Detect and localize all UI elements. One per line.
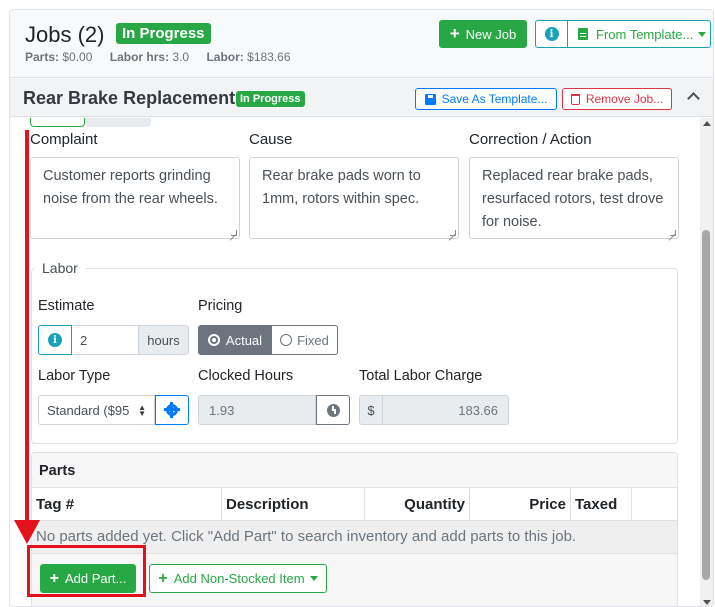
column-taxed: Taxed [571, 488, 632, 521]
scroll-up-icon[interactable] [703, 121, 711, 126]
estimate-input[interactable]: 2 [72, 325, 139, 355]
select-arrows-icon: ▲ ▼ [138, 403, 146, 418]
labor-type-select[interactable]: Standard ($95 ▲ ▼ [38, 395, 155, 425]
info-icon: i [48, 333, 62, 347]
stat-parts-value: $0.00 [62, 50, 93, 64]
correction-textarea[interactable]: Replaced rear brake pads, resurfaced rot… [469, 157, 679, 239]
pricing-fixed-label: Fixed [297, 332, 329, 348]
scroll-down-icon[interactable] [703, 600, 711, 605]
clocked-hours-label: Clocked Hours [198, 368, 294, 384]
stat-labor-hrs-label: Labor hrs: [109, 50, 170, 64]
complaint-text: Customer reports grinding noise from the… [43, 168, 218, 207]
parts-table-header: Tag # Description Quantity Price Taxed [32, 488, 677, 521]
cut-off-tab [85, 118, 151, 127]
job-body: Complaint Customer reports grinding nois… [10, 118, 700, 606]
caret-down-icon [309, 576, 318, 581]
clocked-hours-field: 1.93 [198, 395, 316, 425]
resize-grip-icon[interactable] [670, 230, 676, 236]
remove-job-label: Remove Job... [585, 92, 664, 106]
trash-icon [570, 93, 580, 105]
complaint-textarea[interactable]: Customer reports grinding noise from the… [30, 157, 240, 239]
stat-parts-label: Parts: [25, 50, 60, 64]
jobs-title: Jobs (2) [25, 22, 105, 47]
estimate-label: Estimate [38, 298, 95, 314]
gear-icon [164, 402, 180, 418]
template-button-group: i From Template... [535, 20, 711, 48]
labor-type-value: Standard ($95 [47, 403, 130, 418]
plus-icon: + [158, 569, 168, 587]
job-title: Rear Brake Replacement [23, 88, 236, 108]
annotation-arrow-head-icon [14, 520, 40, 544]
total-charge-label: Total Labor Charge [359, 368, 483, 384]
radio-checked-icon [207, 334, 220, 346]
plus-icon: + [449, 24, 460, 43]
scrollbar[interactable] [700, 118, 713, 606]
cut-off-tab [30, 118, 85, 127]
cause-label: Cause [249, 131, 293, 148]
cause-textarea[interactable]: Rear brake pads worn to 1mm, rotors with… [249, 157, 459, 239]
pricing-fixed-option[interactable]: Fixed [272, 325, 338, 355]
radio-unchecked-icon [280, 334, 293, 346]
cause-text: Rear brake pads worn to 1mm, rotors with… [262, 168, 421, 207]
pricing-toggle: Actual Fixed [198, 325, 338, 355]
add-non-stocked-label: Add Non-Stocked Item [173, 571, 305, 586]
scrollbar-thumb[interactable] [702, 230, 710, 580]
job-card-header: Rear Brake Replacement In Progress Save … [10, 79, 713, 117]
add-non-stocked-item-button[interactable]: + Add Non-Stocked Item [149, 564, 327, 593]
correction-label: Correction / Action [469, 131, 592, 148]
estimate-input-group: i 2 hours [38, 325, 189, 355]
column-description: Description [222, 488, 365, 521]
template-info-button[interactable]: i [536, 21, 568, 47]
save-as-template-label: Save As Template... [441, 92, 548, 106]
resize-grip-icon[interactable] [450, 230, 456, 236]
info-icon: i [544, 27, 559, 41]
jobs-panel: Jobs (2) In Progress Parts: $0.00 Labor … [9, 9, 714, 607]
caret-down-icon [698, 31, 707, 37]
new-job-button[interactable]: + New Job [439, 20, 527, 48]
pricing-actual-label: Actual [225, 332, 263, 348]
labor-type-label: Labor Type [38, 368, 111, 384]
pricing-actual-option[interactable]: Actual [198, 325, 272, 355]
pricing-label: Pricing [198, 298, 243, 314]
jobs-stats: Parts: $0.00 Labor hrs: 3.0 Labor: $183.… [25, 50, 305, 64]
save-icon [424, 93, 436, 105]
status-badge: In Progress [116, 23, 211, 44]
parts-title: Parts [32, 453, 677, 488]
stat-labor-hrs: Labor hrs: 3.0 [110, 50, 189, 64]
job-status-badge: In Progress [236, 91, 305, 107]
column-tag: Tag # [32, 488, 222, 521]
currency-addon: $ [359, 395, 383, 425]
complaint-label: Complaint [30, 131, 98, 148]
annotation-highlight-box [27, 545, 146, 597]
clock-button[interactable] [316, 395, 350, 425]
new-job-label: New Job [465, 26, 517, 42]
remove-job-button[interactable]: Remove Job... [562, 88, 672, 110]
annotation-arrow-line [25, 130, 29, 526]
labor-legend: Labor [35, 260, 85, 276]
stat-labor: Labor: $183.66 [206, 50, 290, 64]
from-template-label: From Template... [596, 26, 694, 42]
column-quantity: Quantity [365, 488, 470, 521]
estimate-unit: hours [139, 325, 189, 355]
labor-type-settings-button[interactable] [155, 395, 189, 425]
stat-parts: Parts: $0.00 [25, 50, 92, 64]
correction-text: Replaced rear brake pads, resurfaced rot… [482, 168, 664, 230]
stat-labor-value: $183.66 [247, 50, 291, 64]
jobs-header: Jobs (2) In Progress Parts: $0.00 Labor … [10, 10, 713, 78]
clock-icon [326, 403, 340, 417]
estimate-info-button[interactable]: i [38, 325, 72, 355]
stat-labor-hrs-value: 3.0 [172, 50, 190, 64]
document-icon [578, 28, 588, 40]
column-price: Price [470, 488, 571, 521]
save-as-template-button[interactable]: Save As Template... [415, 88, 557, 110]
from-template-button[interactable]: From Template... [568, 21, 710, 47]
chevron-up-icon[interactable] [687, 92, 700, 105]
resize-grip-icon[interactable] [231, 230, 237, 236]
parts-table: Tag # Description Quantity Price Taxed N… [32, 488, 677, 553]
stat-labor-label: Labor: [206, 50, 244, 64]
total-charge-field: 183.66 [383, 395, 509, 425]
